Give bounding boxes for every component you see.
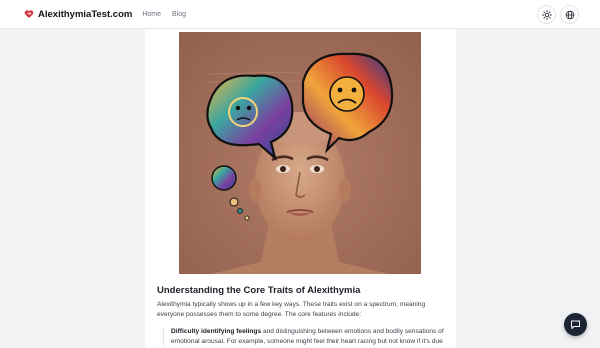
section-intro: Alexithymia typically shows up in a few … [157, 301, 426, 318]
brand-link[interactable]: AlexithymiaTest.com [24, 9, 132, 20]
heart-icon [24, 9, 34, 19]
chat-bubble-icon [570, 319, 581, 330]
article: Understanding the Core Traits of Alexith… [145, 29, 456, 348]
nav-blog[interactable]: Blog [172, 11, 186, 18]
sun-icon [541, 9, 552, 20]
language-button[interactable] [560, 5, 579, 24]
globe-icon [565, 10, 575, 20]
chat-button[interactable] [564, 313, 587, 336]
site-header: AlexithymiaTest.com Home Blog [0, 0, 600, 29]
list-item-bold: Difficulty identifying feelings [171, 328, 262, 335]
section-title: Understanding the Core Traits of Alexith… [157, 285, 361, 296]
main-nav: Home Blog [142, 11, 197, 18]
hero-illustration [179, 32, 421, 274]
brand-name: AlexithymiaTest.com [38, 8, 133, 20]
theme-toggle-button[interactable] [537, 5, 556, 24]
list-item: Difficulty identifying feelings and dist… [163, 327, 449, 347]
nav-home[interactable]: Home [142, 11, 161, 18]
